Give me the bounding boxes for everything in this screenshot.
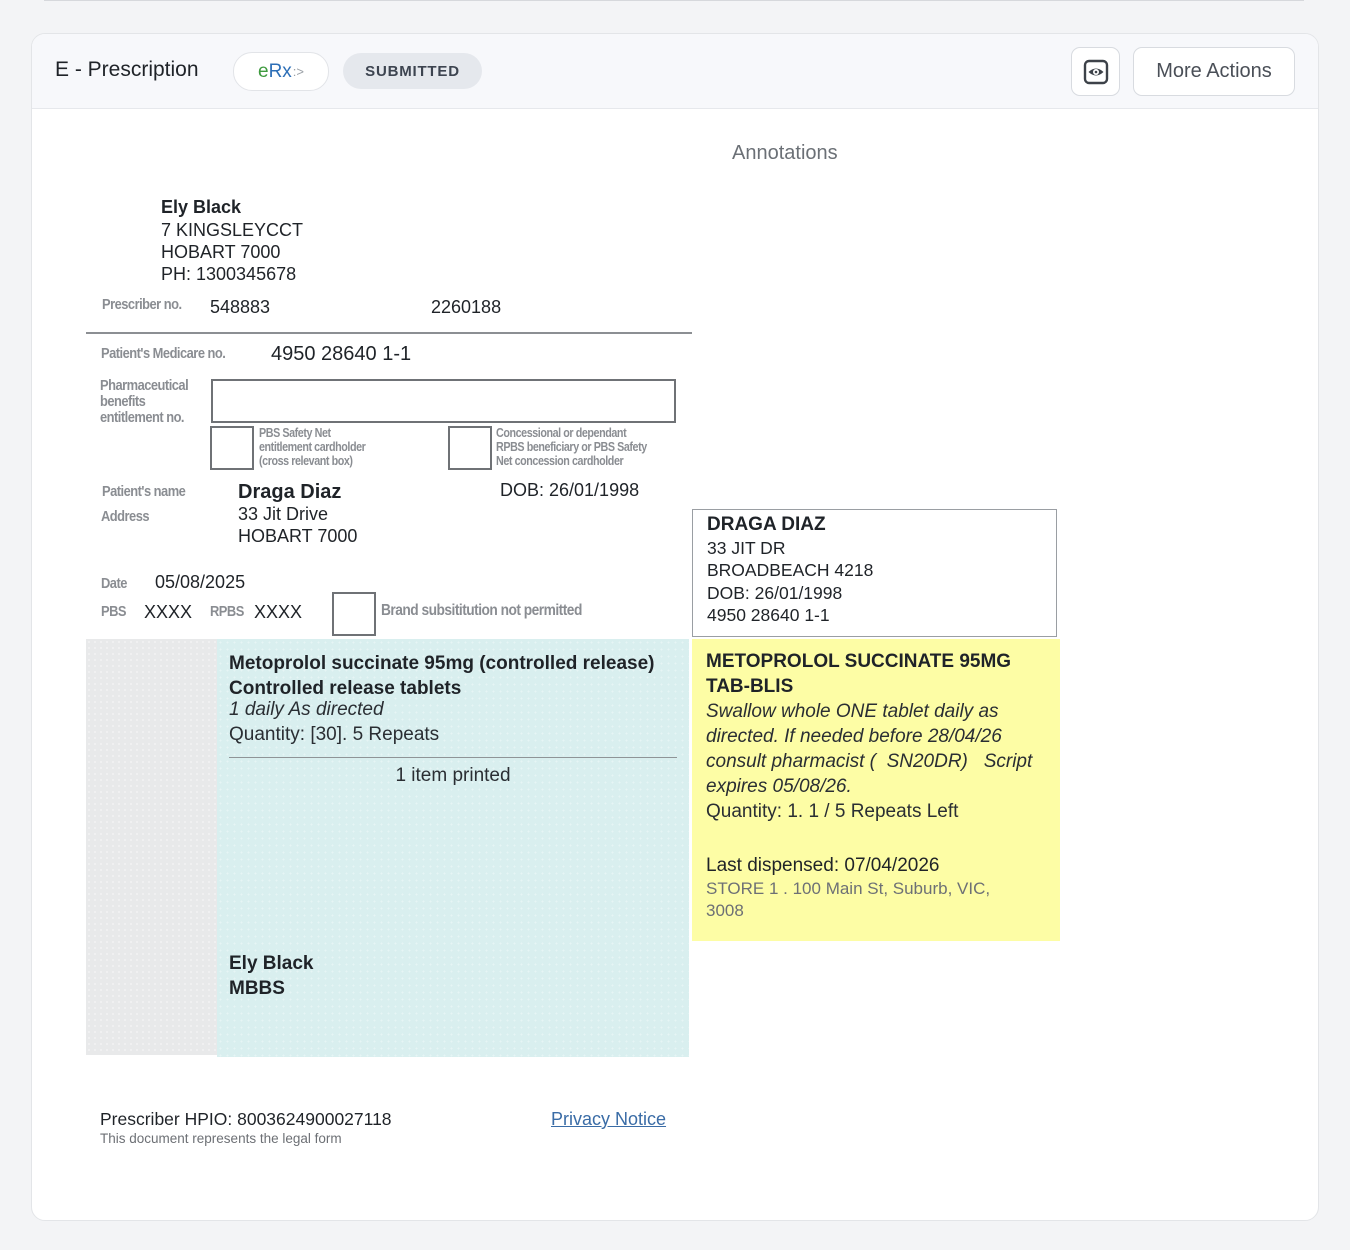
- erx-logo-tail: :>: [292, 64, 305, 79]
- erx-logo-e: e: [257, 60, 269, 82]
- medicare-label: Patient's Medicare no.: [101, 345, 226, 362]
- safety-net-checkbox: [210, 426, 254, 470]
- dispense-directions-line2: directed. If needed before 28/04/26: [706, 726, 1002, 747]
- pharma-label-1: Pharmaceutical: [100, 377, 189, 394]
- pl-dob: DOB: 26/01/1998: [707, 582, 843, 603]
- medication-divider: [229, 757, 677, 758]
- date-label: Date: [101, 575, 127, 592]
- pl-medicare: 4950 28640 1-1: [707, 605, 830, 625]
- status-badge: SUBMITTED: [343, 53, 482, 89]
- address-label: Address: [101, 508, 150, 525]
- medication-directions: 1 daily As directed: [229, 699, 384, 720]
- script-side-strip: [86, 639, 217, 1055]
- patient-dob: DOB: 26/01/1998: [500, 480, 640, 500]
- patient-name-label: Patient's name: [102, 483, 186, 500]
- privacy-notice-link[interactable]: Privacy Notice: [551, 1109, 666, 1130]
- concession-line3: Net concession cardholder: [496, 454, 624, 468]
- patient-address-line1: 33 Jit Drive: [238, 504, 329, 524]
- safety-net-line2: entitlement cardholder: [259, 440, 366, 454]
- brand-substitution-label: Brand subsititution not permitted: [381, 602, 582, 619]
- dispense-drug-line1: METOPROLOL SUCCINATE 95MG: [706, 651, 1012, 672]
- prescription-date: 05/08/2025: [155, 572, 246, 592]
- prescriber-address-line1: 7 KINGSLEYCCT: [161, 220, 304, 240]
- prescriber-second-no: 2260188: [431, 297, 502, 317]
- patient-address-line2: HOBART 7000: [238, 526, 358, 546]
- medicare-number: 4950 28640 1-1: [271, 343, 412, 365]
- rpbs-label: RPBS: [210, 603, 244, 620]
- dispense-quantity: Quantity: 1. 1 / 5 Repeats Left: [706, 801, 959, 822]
- annotations-heading: Annotations: [732, 142, 838, 164]
- prescriber-address-line2: HOBART 7000: [161, 242, 281, 262]
- prescriber-name: Ely Black: [161, 197, 242, 217]
- eye-preview-icon: [1083, 59, 1108, 84]
- pharma-label-3: entitlement no.: [100, 409, 185, 426]
- prescriber-phone: PH: 1300345678: [161, 264, 297, 284]
- dispense-directions-line1: Swallow whole ONE tablet daily as: [706, 701, 999, 722]
- more-actions-button[interactable]: More Actions: [1133, 47, 1295, 96]
- safety-net-line3: (cross relevant box): [259, 454, 353, 468]
- dispense-directions-line3: consult pharmacist ( SN20DR) Script: [706, 751, 1033, 772]
- signature-block: Ely Black MBBS: [229, 951, 314, 1001]
- erx-logo-rx: Rx: [268, 60, 292, 82]
- concession-checkbox: [448, 426, 492, 470]
- prescriber-no-label: Prescriber no.: [102, 296, 182, 313]
- pharma-label-2: benefits: [100, 393, 146, 410]
- store-address-line1: STORE 1 . 100 Main St, Suburb, VIC,: [706, 879, 991, 898]
- medication-panel: Metoprolol succinate 95mg (controlled re…: [217, 639, 689, 1057]
- last-dispensed: Last dispensed: 07/04/2026: [706, 855, 940, 876]
- dispense-drug-line2: TAB-BLIS: [706, 676, 794, 697]
- dispense-label-annotation: METOPROLOL SUCCINATE 95MG TAB-BLIS Swall…: [692, 639, 1060, 941]
- pbs-value: XXXX: [144, 602, 193, 622]
- dispense-directions-line4: expires 05/08/26.: [706, 776, 852, 797]
- items-printed: 1 item printed: [395, 765, 511, 786]
- safety-net-line1: PBS Safety Net: [259, 426, 331, 440]
- pl-patient-name: DRAGA DIAZ: [707, 514, 826, 535]
- patient-label-annotation: DRAGA DIAZ 33 JIT DR BROADBEACH 4218 DOB…: [692, 509, 1057, 637]
- rpbs-value: XXXX: [254, 602, 303, 622]
- pbs-label: PBS: [101, 603, 126, 620]
- form-divider: [86, 332, 692, 334]
- brand-substitution-checkbox: [332, 592, 376, 636]
- preview-button[interactable]: [1071, 47, 1120, 96]
- entitlement-number-box: [211, 379, 676, 423]
- medication-quantity: Quantity: [30]. 5 Repeats: [229, 724, 440, 745]
- eprescription-card: E - Prescription e Rx:> SUBMITTED More Ac…: [31, 33, 1319, 1221]
- signature-name: Ely Black: [229, 953, 314, 974]
- pl-address-line1: 33 JIT DR: [707, 537, 786, 558]
- prescriber-no: 548883: [210, 297, 271, 317]
- top-divider: [44, 0, 1304, 1]
- pl-address-line2: BROADBEACH 4218: [707, 560, 874, 580]
- erx-badge: e Rx:>: [233, 52, 329, 91]
- patient-name: Draga Diaz: [238, 481, 342, 503]
- store-address-line2: 3008: [706, 901, 744, 920]
- prescriber-hpio: Prescriber HPIO: 8003624900027118: [100, 1109, 392, 1129]
- medication-name: Metoprolol succinate 95mg (controlled re…: [229, 653, 655, 699]
- signature-qualification: MBBS: [229, 978, 285, 999]
- concession-line2: RPBS beneficiary or PBS Safety: [496, 440, 647, 454]
- legal-form-note: This document represents the legal form: [100, 1131, 342, 1146]
- concession-line1: Concessional or dependant: [496, 426, 627, 440]
- card-header: E - Prescription e Rx:> SUBMITTED More Ac…: [32, 34, 1318, 109]
- page-title: E - Prescription: [55, 58, 199, 81]
